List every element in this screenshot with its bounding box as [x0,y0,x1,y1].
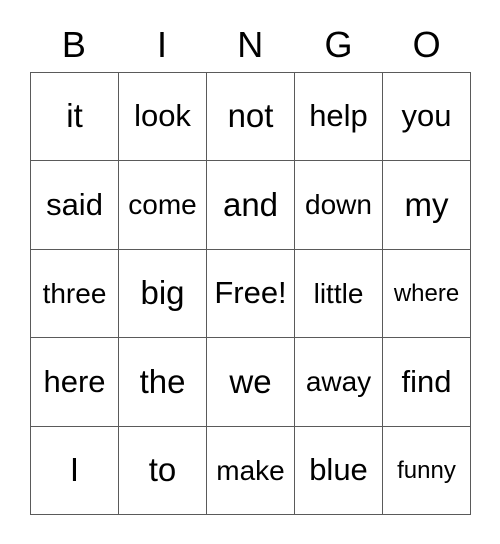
bingo-cell-label: you [401,98,452,134]
bingo-row-3: three big Free! little where [31,249,471,339]
bingo-grid: it look not help you said come and down … [30,72,471,516]
bingo-row-4: here the we away find [31,338,471,427]
bingo-cell-label: where [393,279,460,307]
bingo-cell-n4[interactable]: we [207,338,295,427]
bingo-cell-o2[interactable]: my [383,161,471,250]
column-header-b: B [61,24,87,65]
bingo-cell-o3[interactable]: where [383,249,471,339]
bingo-cell-n1[interactable]: not [207,73,295,162]
bingo-cell-label: away [305,366,372,398]
bingo-cell-g1[interactable]: help [295,73,383,162]
bingo-cell-b5[interactable]: I [31,426,119,516]
column-header-n: N [237,24,264,65]
bingo-cell-i1[interactable]: look [119,73,207,162]
bingo-row-2: said come and down my [31,161,471,250]
bingo-cell-label: it [66,97,83,135]
bingo-cell-g4[interactable]: away [295,338,383,427]
bingo-cell-label: my [404,185,449,223]
free-space-label: Free! [214,275,287,311]
bingo-row-5: I to make blue funny [31,426,471,516]
bingo-cell-g3[interactable]: little [295,249,383,339]
bingo-cell-label: and [222,185,279,223]
bingo-cell-label: said [46,186,103,222]
bingo-cell-o5[interactable]: funny [383,426,471,516]
bingo-cell-label: three [42,277,107,309]
bingo-cell-label: down [305,189,372,221]
bingo-cell-label: to [148,451,177,488]
bingo-cell-g5[interactable]: blue [295,426,383,516]
bingo-cell-o1[interactable]: you [383,73,471,162]
bingo-cell-g2[interactable]: down [295,161,383,250]
bingo-cell-label: help [309,98,368,134]
bingo-cell-label: the [139,362,186,400]
bingo-row-1: it look not help you [31,73,471,162]
bingo-cell-b4[interactable]: here [31,338,119,427]
bingo-cell-label: funny [397,456,456,484]
bingo-cell-label: little [313,277,364,309]
bingo-cell-free-space[interactable]: Free! [207,249,295,339]
bingo-cell-label: here [43,363,106,399]
bingo-cell-b1[interactable]: it [31,73,119,162]
bingo-cell-i3[interactable]: big [119,249,207,339]
bingo-cell-n5[interactable]: make [207,426,295,516]
bingo-cell-label: find [401,363,452,399]
column-header-g: G [324,24,353,65]
bingo-header-row: B I N G O [30,18,471,72]
bingo-cell-label: make [216,454,285,486]
bingo-cell-label: we [229,362,272,400]
bingo-cell-label: come [128,189,197,221]
bingo-cell-n2[interactable]: and [207,161,295,250]
bingo-cell-b3[interactable]: three [31,249,119,339]
bingo-cell-label: blue [309,452,368,488]
bingo-cell-label: big [140,274,185,312]
bingo-cell-label: not [227,97,274,135]
bingo-cell-o4[interactable]: find [383,338,471,427]
bingo-cell-i5[interactable]: to [119,426,207,516]
bingo-cell-label: I [69,451,80,488]
column-header-i: I [157,24,168,65]
bingo-card: B I N G O it look not help you said come… [0,0,500,544]
bingo-cell-label: look [134,98,191,134]
bingo-cell-b2[interactable]: said [31,161,119,250]
bingo-cell-i4[interactable]: the [119,338,207,427]
bingo-cell-i2[interactable]: come [119,161,207,250]
column-header-o: O [412,24,442,65]
